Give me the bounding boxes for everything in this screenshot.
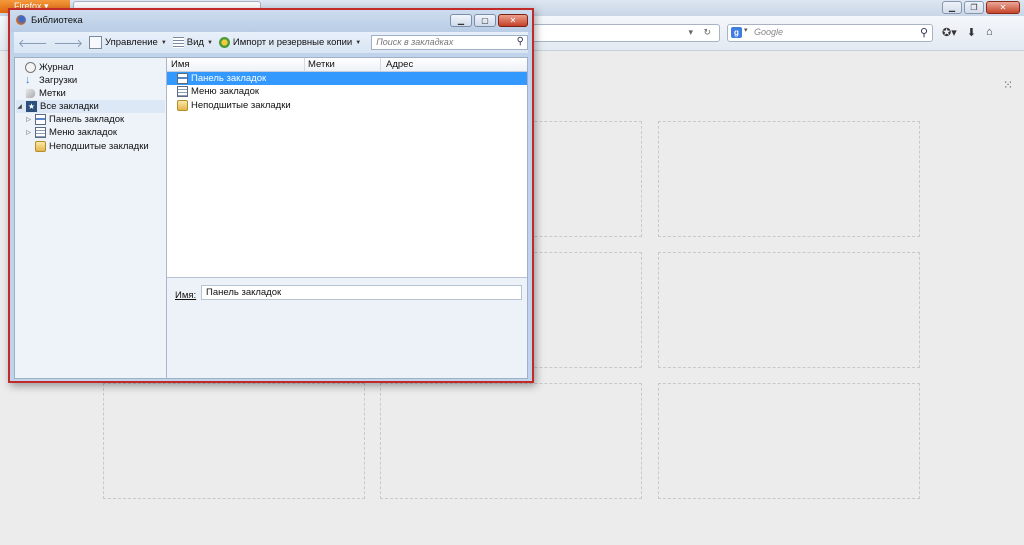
bookmarks-toolbar-icon: [35, 114, 46, 125]
list-header: Имя Метки Адрес: [167, 58, 527, 72]
library-body: Журнал ↓ Загрузки Метки ◢ ★ Все закладки…: [14, 57, 528, 379]
search-icon[interactable]: ⚲: [517, 36, 524, 47]
tree-item-history[interactable]: Журнал: [25, 61, 74, 74]
view-button[interactable]: Вид ▼: [172, 37, 213, 48]
manage-label: Управление: [105, 37, 158, 48]
maximize-icon[interactable]: ▢: [474, 14, 496, 27]
list-item-label: Меню закладок: [191, 86, 260, 97]
firefox-logo-icon: [16, 15, 26, 25]
new-tab-tile[interactable]: [658, 383, 920, 499]
tree-item-label: Меню закладок: [49, 127, 118, 138]
column-header-tags[interactable]: Метки: [308, 59, 335, 70]
tree-item-unsorted-bookmarks[interactable]: Неподшитые закладки: [35, 140, 149, 153]
new-tab-tile[interactable]: [103, 383, 365, 499]
grid-icon[interactable]: ⁙: [1003, 78, 1013, 92]
close-icon[interactable]: ✕: [986, 1, 1020, 14]
collapsed-triangle-icon[interactable]: ▷: [25, 116, 32, 123]
view-icon: [172, 37, 184, 48]
web-search-box[interactable]: g ▾ Google ⚲: [727, 24, 933, 42]
back-arrow-icon[interactable]: 🡐: [18, 36, 48, 50]
import-star-icon: [218, 37, 230, 48]
clock-icon: [25, 62, 36, 73]
list-item-label: Неподшитые закладки: [191, 100, 291, 111]
list-item[interactable]: Неподшитые закладки: [167, 99, 527, 112]
chevron-down-icon[interactable]: ▾: [744, 26, 748, 34]
name-label: Имя:: [175, 290, 197, 301]
bookmark-search-placeholder: Поиск в закладках: [376, 37, 454, 47]
list-item[interactable]: Панель закладок: [167, 72, 527, 85]
new-tab-tile[interactable]: [658, 252, 920, 368]
tag-icon: [25, 88, 36, 99]
minimize-icon[interactable]: ▁: [942, 1, 962, 14]
name-field[interactable]: Панель закладок: [201, 285, 522, 300]
chevron-down-icon: ▼: [206, 39, 213, 46]
browser-window-controls: ▁ ❐ ✕: [942, 1, 1020, 14]
expanded-triangle-icon[interactable]: ◢: [16, 103, 23, 110]
library-window-controls: ▁ ▢ ✕: [450, 14, 528, 27]
search-icon[interactable]: ⚲: [920, 26, 928, 39]
column-divider[interactable]: [380, 58, 381, 71]
tree-item-label: Все закладки: [40, 101, 99, 112]
download-icon[interactable]: ⬇: [967, 26, 976, 39]
bookmarks-menu-icon: [177, 86, 188, 97]
forward-arrow-icon[interactable]: 🡒: [54, 36, 84, 50]
column-header-address[interactable]: Адрес: [386, 59, 413, 70]
close-icon[interactable]: ✕: [498, 14, 528, 27]
column-divider[interactable]: [304, 58, 305, 71]
library-tree: Журнал ↓ Загрузки Метки ◢ ★ Все закладки…: [15, 58, 167, 378]
manage-button[interactable]: Управление ▼: [89, 36, 167, 49]
manage-icon: [89, 36, 102, 49]
import-backup-button[interactable]: Импорт и резервные копии ▼: [218, 37, 362, 48]
tree-item-label: Неподшитые закладки: [49, 141, 149, 152]
restore-icon[interactable]: ❐: [964, 1, 984, 14]
download-icon: ↓: [25, 74, 31, 86]
new-tab-tile[interactable]: [658, 121, 920, 237]
unsorted-bookmarks-icon: [35, 141, 46, 152]
library-titlebar[interactable]: Библиотека ▁ ▢ ✕: [10, 10, 532, 32]
tree-item-label: Загрузки: [39, 75, 78, 86]
tree-item-all-bookmarks[interactable]: ◢ ★ Все закладки: [16, 100, 165, 113]
chevron-down-icon: ▼: [160, 39, 167, 46]
bookmarks-toolbar-icon: [177, 73, 188, 84]
view-label: Вид: [186, 37, 204, 48]
new-tab-tile[interactable]: [380, 383, 642, 499]
chevron-down-icon: ▼: [355, 39, 362, 46]
list-item-label: Панель закладок: [191, 73, 267, 84]
star-icon: ★: [26, 101, 37, 112]
web-search-placeholder: Google: [754, 27, 784, 37]
tree-item-bookmarks-toolbar[interactable]: ▷ Панель закладок: [25, 113, 124, 126]
list-item[interactable]: Меню закладок: [167, 85, 527, 98]
bookmark-star-icon[interactable]: ✪▾: [942, 26, 957, 39]
unsorted-bookmarks-icon: [177, 100, 188, 111]
tree-item-label: Панель закладок: [49, 114, 125, 125]
details-pane: Имя: Панель закладок: [167, 277, 527, 378]
library-dialog: Библиотека ▁ ▢ ✕ 🡐 🡒 Управление ▼ Вид ▼ …: [8, 8, 534, 383]
browser-tools: ✪▾ ⬇ ⌂: [942, 26, 993, 39]
column-header-name[interactable]: Имя: [171, 59, 190, 70]
google-icon: g: [731, 27, 742, 38]
reload-icon[interactable]: ▾ ↻: [688, 27, 715, 38]
collapsed-triangle-icon[interactable]: ▷: [25, 129, 32, 136]
tree-item-bookmarks-menu[interactable]: ▷ Меню закладок: [25, 126, 117, 139]
tree-item-tags[interactable]: Метки: [25, 87, 66, 100]
url-bar[interactable]: ▾ ↻: [520, 24, 720, 42]
tree-item-label: Метки: [39, 88, 66, 99]
bookmarks-list: Имя Метки Адрес Панель закладок Меню зак…: [167, 58, 527, 276]
tree-item-downloads[interactable]: ↓ Загрузки: [25, 74, 77, 87]
library-title: Библиотека: [31, 15, 83, 26]
home-icon[interactable]: ⌂: [986, 26, 993, 39]
library-toolbar: 🡐 🡒 Управление ▼ Вид ▼ Импорт и резервны…: [14, 32, 528, 53]
bookmarks-menu-icon: [35, 127, 46, 138]
tree-item-label: Журнал: [39, 62, 74, 73]
import-backup-label: Импорт и резервные копии: [232, 37, 353, 48]
bookmark-search-input[interactable]: Поиск в закладках ⚲: [371, 35, 528, 50]
minimize-icon[interactable]: ▁: [450, 14, 472, 27]
